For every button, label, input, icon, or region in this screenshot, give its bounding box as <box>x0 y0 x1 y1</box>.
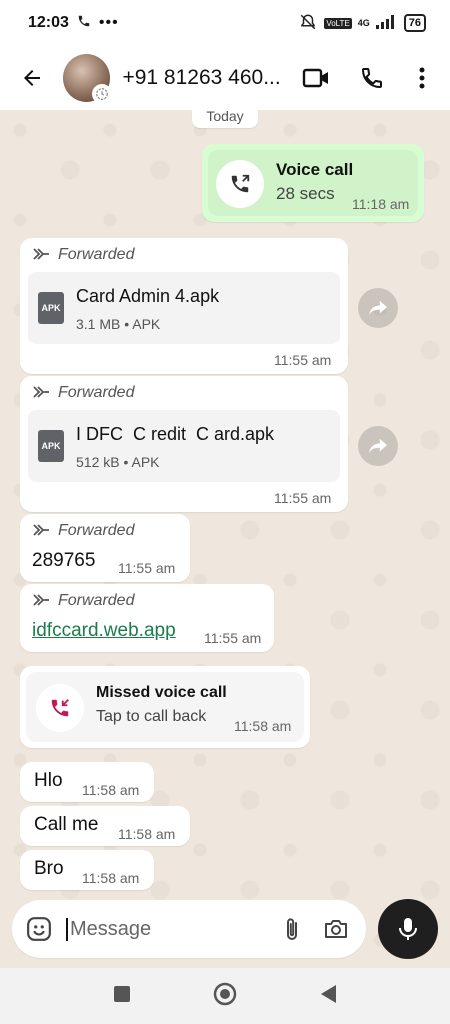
mute-icon <box>298 13 318 34</box>
message-text: 289765 <box>32 550 96 571</box>
forwarded-text: Forwarded <box>58 522 135 539</box>
network-type: 4G <box>357 18 370 28</box>
voice-call-message[interactable]: Voice call 28 secs 11:18 am <box>202 144 424 222</box>
document-filename: Card Admin 4.apk <box>76 286 220 306</box>
phone-status-icon <box>77 14 91 33</box>
call-icon-circle <box>36 684 84 732</box>
apk-file-icon: APK <box>38 430 64 462</box>
back-triangle-icon <box>321 984 336 1003</box>
emoji-button[interactable] <box>12 916 66 942</box>
document-filename: I DFC C redit C ard.apk <box>76 424 275 444</box>
message-text: Bro <box>34 858 64 879</box>
share-icon <box>369 300 387 316</box>
missed-call-message[interactable]: Missed voice call Tap to call back 11:58… <box>20 666 310 748</box>
voice-call-button[interactable] <box>344 50 400 106</box>
forward-share-button[interactable] <box>358 426 398 466</box>
document-card[interactable]: APK I DFC C redit C ard.apk 512 kB • APK <box>28 410 340 482</box>
camera-button[interactable] <box>314 917 358 941</box>
date-chip: Today <box>192 110 258 128</box>
document-meta: 3.1 MB • APK <box>76 316 161 332</box>
document-message[interactable]: Forwarded APK Card Admin 4.apk 3.1 MB • … <box>20 238 348 374</box>
message-text: Hlo <box>34 770 63 791</box>
back-nav-button[interactable] <box>319 984 337 1009</box>
call-duration: 28 secs <box>276 184 335 203</box>
more-notifications-icon: ••• <box>98 14 119 31</box>
message-composer <box>12 900 366 958</box>
volte-icon: VoLTE <box>324 17 352 29</box>
message-time: 11:58 am <box>82 870 140 886</box>
forwarded-label: Forwarded <box>32 384 134 402</box>
mic-button[interactable] <box>378 899 438 959</box>
message-input[interactable] <box>66 917 246 941</box>
signal-icon <box>375 14 398 32</box>
back-button[interactable] <box>4 50 59 106</box>
chat-header: +91 81263 460... <box>0 46 450 110</box>
attach-icon <box>287 918 297 940</box>
more-vert-icon <box>419 67 425 89</box>
forward-icon <box>33 386 49 398</box>
message-link[interactable]: idfccard.web.app <box>32 620 176 642</box>
camera-icon <box>325 920 347 938</box>
forwarded-label: Forwarded <box>32 246 134 264</box>
home-button[interactable] <box>213 982 237 1011</box>
battery-icon: 76 <box>403 14 426 32</box>
status-ring-icon <box>92 84 113 104</box>
text-message[interactable]: Bro 11:58 am <box>20 850 154 890</box>
message-time: 11:55 am <box>274 490 332 506</box>
message-time: 11:18 am <box>352 196 410 212</box>
forwarded-text: Forwarded <box>58 384 135 401</box>
recents-button[interactable] <box>113 985 131 1008</box>
message-time: 11:58 am <box>82 782 140 798</box>
text-message[interactable]: Forwarded 289765 11:55 am <box>20 514 190 582</box>
link-message[interactable]: Forwarded idfccard.web.app 11:55 am <box>20 584 274 652</box>
emoji-icon <box>27 917 51 941</box>
forwarded-text: Forwarded <box>58 592 135 609</box>
message-time: 11:55 am <box>274 352 332 368</box>
avatar[interactable] <box>63 54 113 104</box>
call-title: Voice call <box>276 160 354 179</box>
message-text: Call me <box>34 814 99 835</box>
text-message[interactable]: Hlo 11:58 am <box>20 762 154 802</box>
video-call-button[interactable] <box>288 50 344 106</box>
chat-area[interactable]: Today Voice call 28 secs 11:18 am Forwar… <box>0 110 450 968</box>
recents-icon <box>114 985 130 1002</box>
status-bar: 12:03 ••• VoLTE 4G 76 <box>0 0 450 46</box>
battery-level: 76 <box>408 17 421 29</box>
document-card[interactable]: APK Card Admin 4.apk 3.1 MB • APK <box>28 272 340 344</box>
forward-icon <box>33 248 49 260</box>
phone-icon <box>361 68 382 89</box>
forwarded-label: Forwarded <box>32 592 134 610</box>
forwarded-text: Forwarded <box>58 246 135 263</box>
message-time: 11:58 am <box>118 826 176 842</box>
message-time: 11:55 am <box>204 630 262 646</box>
system-nav-bar <box>0 968 450 1024</box>
attach-button[interactable] <box>270 916 314 942</box>
missed-call-subtitle: Tap to call back <box>96 708 207 725</box>
document-meta: 512 kB • APK <box>76 454 160 470</box>
apk-file-icon: APK <box>38 292 64 324</box>
home-icon <box>213 982 237 1005</box>
message-time: 11:58 am <box>234 718 292 734</box>
forward-share-button[interactable] <box>358 288 398 328</box>
share-icon <box>369 438 387 454</box>
text-message[interactable]: Call me 11:58 am <box>20 806 190 846</box>
outgoing-call-icon <box>231 174 250 193</box>
forwarded-label: Forwarded <box>32 522 134 540</box>
video-call-icon <box>302 68 328 88</box>
missed-call-icon <box>51 699 69 717</box>
contact-name[interactable]: +91 81263 460... <box>122 66 288 90</box>
message-time: 11:55 am <box>118 560 176 576</box>
missed-call-title: Missed voice call <box>96 684 227 701</box>
back-arrow-icon <box>23 70 40 86</box>
status-time: 12:03 <box>28 14 69 31</box>
document-message[interactable]: Forwarded APK I DFC C redit C ard.apk 51… <box>20 376 348 512</box>
mic-icon <box>399 918 417 940</box>
forward-icon <box>33 594 49 606</box>
call-icon-circle <box>216 160 264 208</box>
forward-icon <box>33 524 49 536</box>
more-options-button[interactable] <box>400 50 444 106</box>
